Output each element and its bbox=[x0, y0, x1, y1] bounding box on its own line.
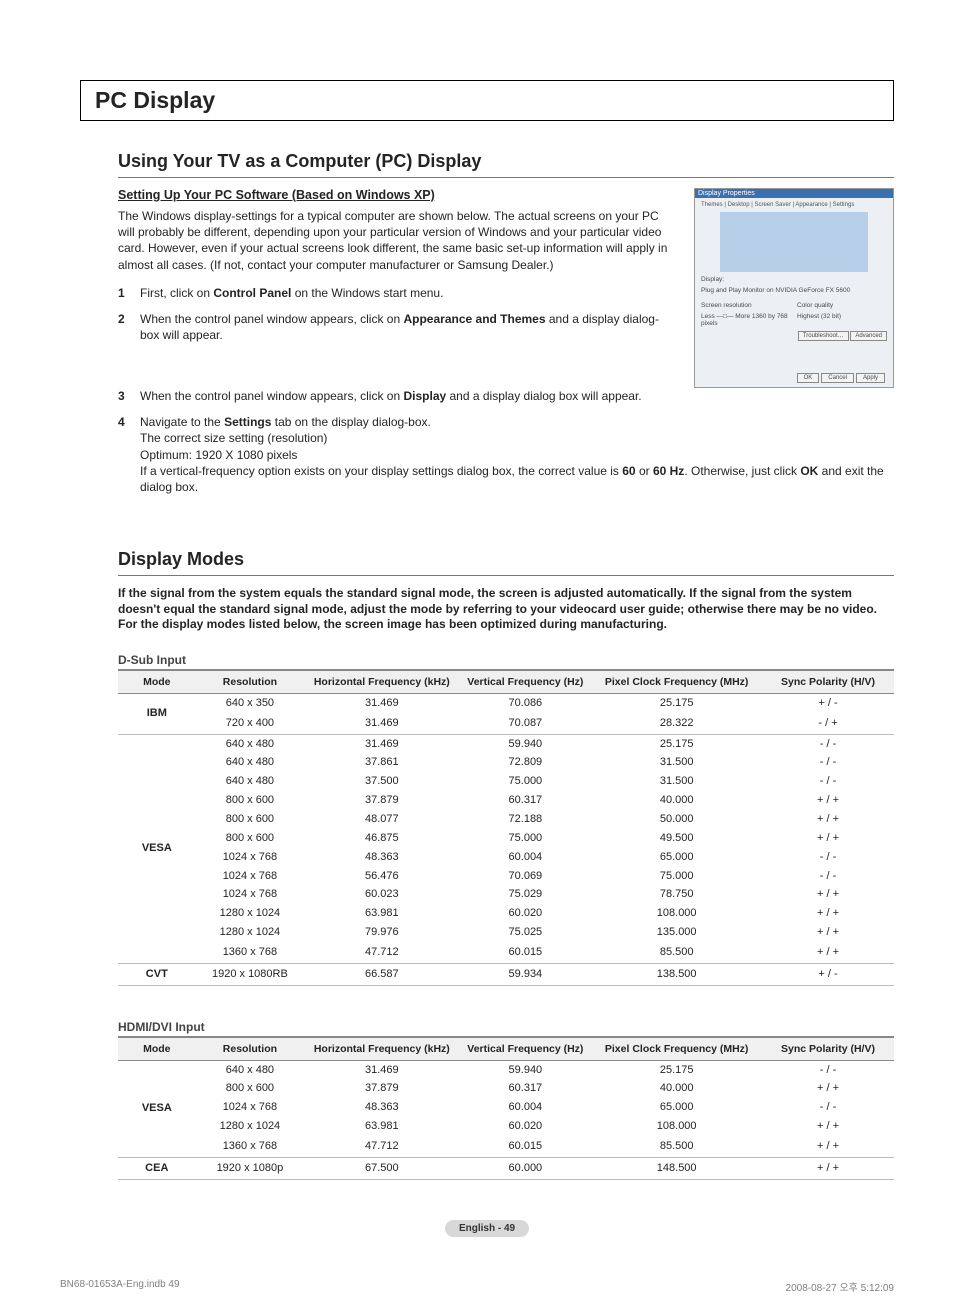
mode-cell: VESA bbox=[118, 1060, 196, 1157]
display-modes-intro: If the signal from the system equals the… bbox=[118, 586, 894, 633]
step-4: 4 Navigate to the Settings tab on the di… bbox=[118, 414, 894, 495]
mode-cell: CEA bbox=[118, 1157, 196, 1179]
table-row: CVT1920 x 1080RB66.58759.934138.500+ / - bbox=[118, 963, 894, 985]
dsub-table: Mode Resolution Horizontal Frequency (kH… bbox=[118, 670, 894, 986]
using-heading: Using Your TV as a Computer (PC) Display bbox=[118, 151, 894, 178]
footer: English - 49 bbox=[80, 1220, 894, 1237]
display-modes-heading: Display Modes bbox=[118, 549, 894, 576]
table-row: 1024 x 76856.47670.06975.000- / - bbox=[118, 867, 894, 886]
title-box: PC Display bbox=[80, 80, 894, 121]
using-subheading: Setting Up Your PC Software (Based on Wi… bbox=[118, 188, 676, 202]
dialog-display-text: Plug and Play Monitor on NVIDIA GeForce … bbox=[701, 287, 887, 294]
lang-page-pill: English - 49 bbox=[445, 1220, 529, 1237]
dialog-titlebar: Display Properties bbox=[695, 189, 893, 198]
mode-cell: CVT bbox=[118, 963, 196, 985]
table-row: 800 x 60037.87960.31740.000+ / + bbox=[118, 791, 894, 810]
table-row: 1280 x 102479.97675.025135.000+ / + bbox=[118, 923, 894, 942]
table-row: 640 x 48037.50075.00031.500- / - bbox=[118, 772, 894, 791]
table-row: 800 x 60048.07772.18850.000+ / + bbox=[118, 810, 894, 829]
table-row: 1360 x 76847.71260.01585.500+ / + bbox=[118, 942, 894, 963]
print-timestamp: 2008-08-27 오후 5:12:09 bbox=[786, 1279, 894, 1294]
doc-ref: BN68-01653A-Eng.indb 49 bbox=[60, 1279, 180, 1294]
table-row: IBM640 x 35031.46970.08625.175+ / - bbox=[118, 693, 894, 712]
setup-steps: 1 First, click on Control Panel on the W… bbox=[118, 285, 676, 344]
table-row: VESA640 x 48031.46959.94025.175- / - bbox=[118, 1060, 894, 1079]
table-row: 1280 x 102463.98160.020108.000+ / + bbox=[118, 904, 894, 923]
table-row: 800 x 60037.87960.31740.000+ / + bbox=[118, 1079, 894, 1098]
table-row: 800 x 60046.87575.00049.500+ / + bbox=[118, 829, 894, 848]
hdmi-table: Mode Resolution Horizontal Frequency (kH… bbox=[118, 1037, 894, 1180]
dialog-tabs: Themes | Desktop | Screen Saver | Appear… bbox=[701, 202, 887, 208]
display-properties-thumbnail: Display Properties Themes | Desktop | Sc… bbox=[694, 188, 894, 388]
page: PC Display Using Your TV as a Computer (… bbox=[0, 0, 954, 1310]
table-row: 640 x 48037.86172.80931.500- / - bbox=[118, 753, 894, 772]
step-2: 2 When the control panel window appears,… bbox=[118, 311, 676, 343]
dialog-display-label: Display: bbox=[701, 276, 887, 283]
page-title: PC Display bbox=[95, 87, 879, 114]
print-meta: BN68-01653A-Eng.indb 49 2008-08-27 오후 5:… bbox=[60, 1279, 894, 1294]
table-row: VESA640 x 48031.46959.94025.175- / - bbox=[118, 734, 894, 753]
hdmi-caption: HDMI/DVI Input bbox=[118, 1020, 894, 1037]
table-row: 1024 x 76860.02375.02978.750+ / + bbox=[118, 885, 894, 904]
table-row: 1360 x 76847.71260.01585.500+ / + bbox=[118, 1136, 894, 1157]
step-3: 3 When the control panel window appears,… bbox=[118, 388, 894, 404]
table-row: 1280 x 102463.98160.020108.000+ / + bbox=[118, 1117, 894, 1136]
table-row: 1024 x 76848.36360.00465.000- / - bbox=[118, 848, 894, 867]
table-row: 720 x 40031.46970.08728.322- / + bbox=[118, 713, 894, 734]
table-row: 1024 x 76848.36360.00465.000- / - bbox=[118, 1098, 894, 1117]
setup-steps-cont: 3 When the control panel window appears,… bbox=[118, 388, 894, 495]
using-intro: The Windows display-settings for a typic… bbox=[118, 208, 676, 273]
step-1: 1 First, click on Control Panel on the W… bbox=[118, 285, 676, 301]
table-row: CEA1920 x 1080p67.50060.000148.500+ / + bbox=[118, 1157, 894, 1179]
dsub-caption: D-Sub Input bbox=[118, 653, 894, 670]
mode-cell: VESA bbox=[118, 734, 196, 963]
dialog-preview bbox=[720, 212, 869, 272]
mode-cell: IBM bbox=[118, 693, 196, 734]
